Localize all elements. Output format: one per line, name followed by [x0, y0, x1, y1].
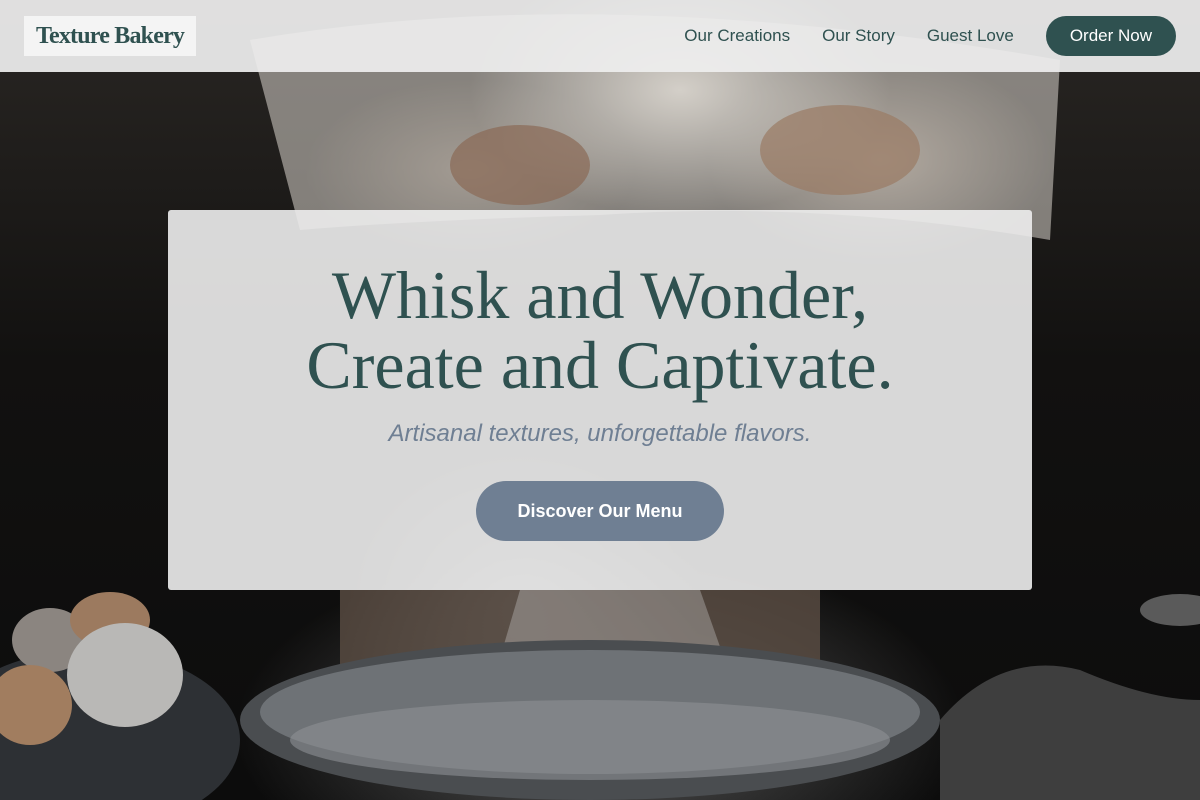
hero-title: Whisk and Wonder, Create and Captivate.: [306, 260, 893, 400]
hero-subtitle: Artisanal textures, unforgettable flavor…: [388, 420, 812, 447]
brand-logo[interactable]: Texture Bakery: [24, 16, 197, 56]
hero-title-line-2: Create and Captivate.: [306, 327, 894, 403]
order-now-button[interactable]: Order Now: [1045, 16, 1176, 56]
hero-card: Whisk and Wonder, Create and Captivate. …: [168, 210, 1032, 590]
site-header: Texture Bakery Our Creations Our Story G…: [0, 0, 1200, 72]
main-nav: Our Creations Our Story Guest Love Order…: [684, 16, 1176, 56]
nav-link-our-creations[interactable]: Our Creations: [684, 26, 790, 46]
nav-link-our-story[interactable]: Our Story: [822, 26, 895, 46]
discover-menu-button[interactable]: Discover Our Menu: [476, 481, 724, 541]
nav-link-guest-love[interactable]: Guest Love: [927, 26, 1014, 46]
hero-title-line-1: Whisk and Wonder,: [331, 257, 869, 333]
